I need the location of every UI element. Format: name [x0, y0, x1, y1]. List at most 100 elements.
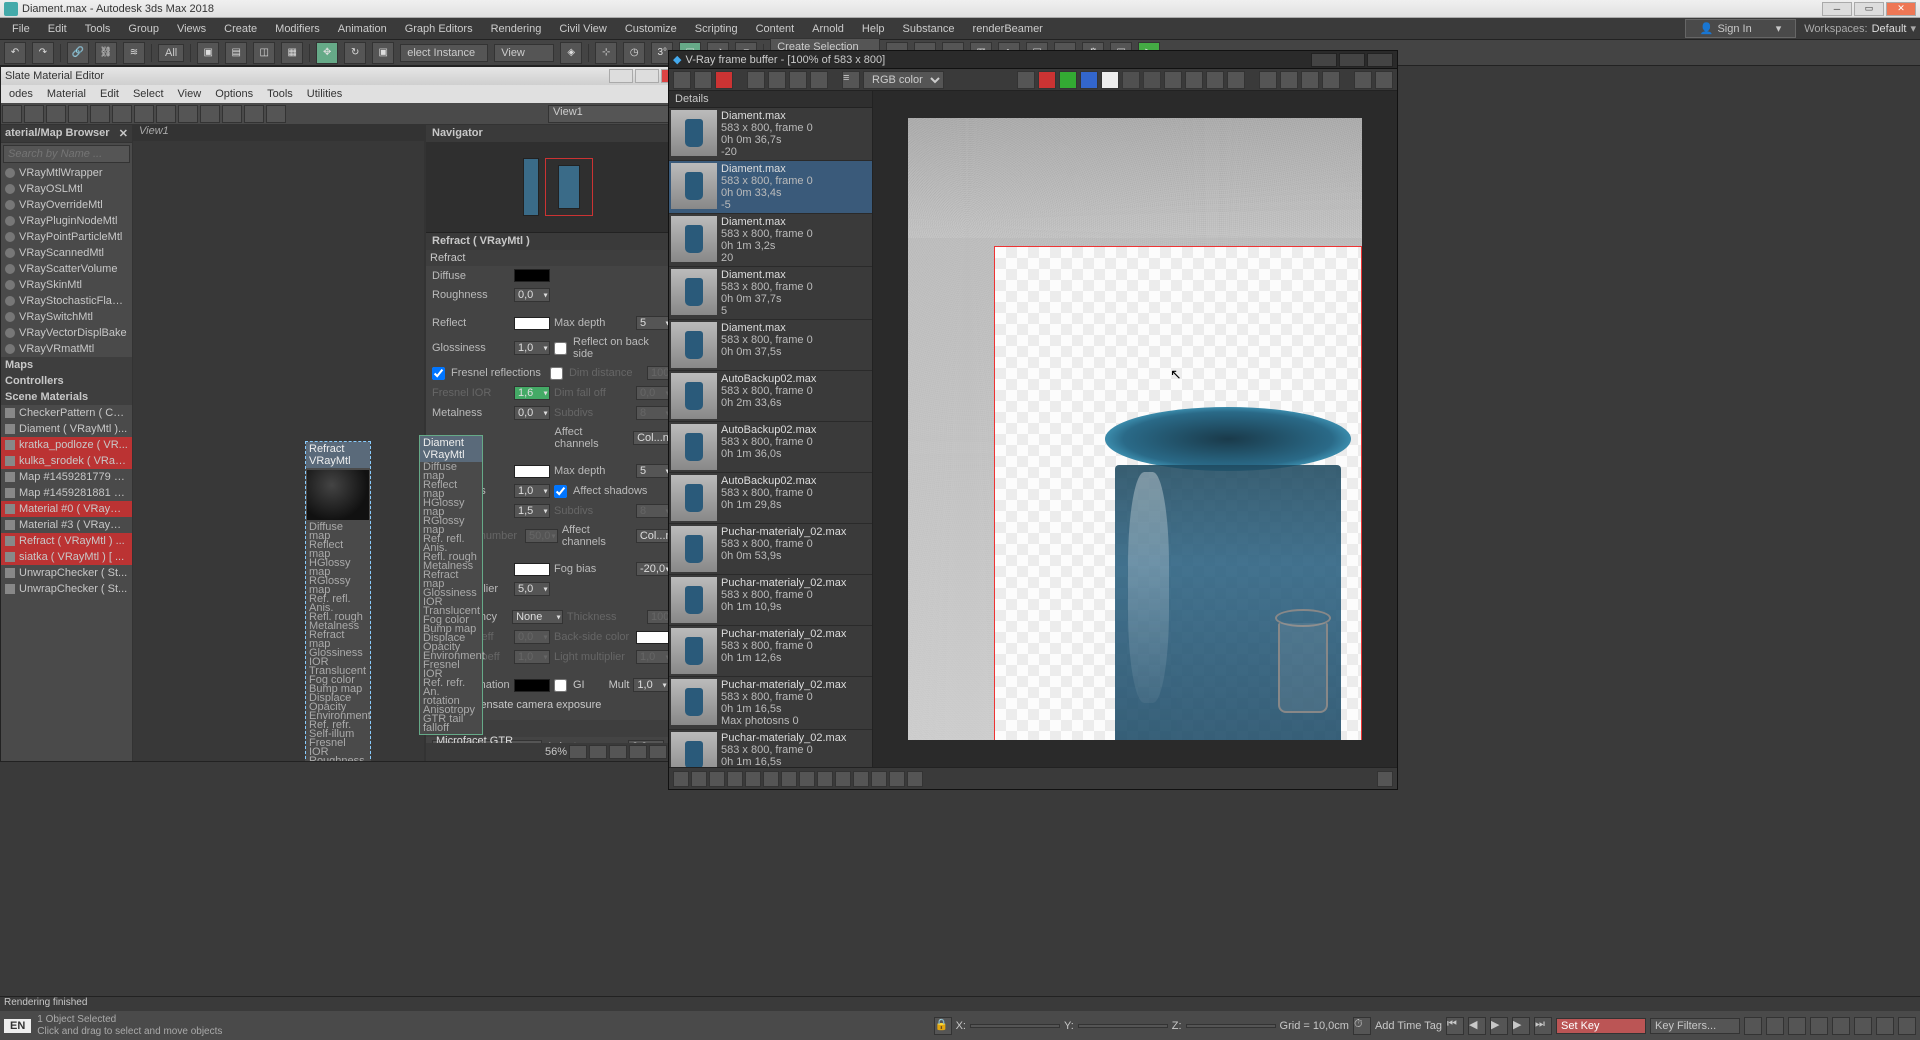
history-item[interactable]: AutoBackup02.max583 x 800, frame 00h 1m … — [669, 422, 872, 473]
vfb-region-icon[interactable] — [789, 71, 807, 89]
menu-views[interactable]: Views — [169, 21, 214, 37]
glossiness-spinner[interactable]: 1,0 — [514, 341, 550, 355]
slate-tool-4[interactable] — [68, 105, 88, 123]
scene-material-item[interactable]: Refract ( VRayMtl ) ... — [1, 533, 132, 549]
vfb-sb-7[interactable] — [781, 771, 797, 787]
vfb-sb-2[interactable] — [691, 771, 707, 787]
link-button[interactable]: 🔗 — [67, 42, 89, 64]
backside-check[interactable] — [554, 342, 567, 355]
vfb-green-channel[interactable] — [1059, 71, 1077, 89]
brdf-drop[interactable]: Microfacet GTR (GGX) — [432, 740, 542, 743]
slate-tool-5[interactable] — [90, 105, 110, 123]
history-item[interactable]: Puchar-materialy_02.max583 x 800, frame … — [669, 524, 872, 575]
menu-content[interactable]: Content — [748, 21, 803, 37]
vfb-t9[interactable] — [1185, 71, 1203, 89]
fresnel-check[interactable] — [432, 367, 445, 380]
scene-material-item[interactable]: UnwrapChecker ( St... — [1, 565, 132, 581]
nav-tool-7[interactable] — [1876, 1017, 1894, 1035]
abbe-spinner[interactable]: 50,0 — [525, 529, 558, 543]
vfb-t6[interactable] — [1122, 71, 1140, 89]
nav-tool-8[interactable] — [1898, 1017, 1916, 1035]
vfb-minimize[interactable] — [1311, 53, 1337, 67]
material-item[interactable]: VRayVRmatMtl — [1, 341, 132, 357]
vfb-sb-13[interactable] — [889, 771, 905, 787]
move-button[interactable]: ✥ — [316, 42, 338, 64]
rollout-refract[interactable]: Refract — [426, 250, 689, 266]
vfb-compare-icon[interactable] — [768, 71, 786, 89]
coord-x[interactable] — [970, 1024, 1060, 1028]
nav-tool-1[interactable] — [1744, 1017, 1762, 1035]
vfb-t1[interactable] — [1017, 71, 1035, 89]
zoom-tool-2[interactable] — [589, 745, 607, 759]
zoom-tool-1[interactable] — [569, 745, 587, 759]
coord-z[interactable] — [1186, 1024, 1276, 1028]
scene-material-item[interactable]: kratka_podloze ( VR... — [1, 437, 132, 453]
reflect-swatch[interactable] — [514, 317, 550, 330]
vfb-clear-icon[interactable] — [715, 71, 733, 89]
vfb-maximize[interactable] — [1339, 53, 1365, 67]
slate-tool-7[interactable] — [134, 105, 154, 123]
material-item[interactable]: VRayOverrideMtl — [1, 197, 132, 213]
history-item[interactable]: Diament.max583 x 800, frame 00h 0m 37,5s — [669, 320, 872, 371]
menu-rendering[interactable]: Rendering — [483, 21, 550, 37]
menu-arnold[interactable]: Arnold — [804, 21, 852, 37]
slate-tool-2[interactable] — [24, 105, 44, 123]
history-item[interactable]: Puchar-materialy_02.max583 x 800, frame … — [669, 677, 872, 730]
nav-tool-5[interactable] — [1832, 1017, 1850, 1035]
fogmult-spinner[interactable]: 5,0 — [514, 582, 550, 596]
scene-material-item[interactable]: Diament ( VRayMtl )... — [1, 421, 132, 437]
vfb-sb-4[interactable] — [727, 771, 743, 787]
browser-search-input[interactable] — [3, 145, 130, 163]
refract-subdivs-spinner[interactable]: 8 — [636, 504, 672, 518]
material-item[interactable]: VRayStochasticFlake... — [1, 293, 132, 309]
menu-renderbeamer[interactable]: renderBeamer — [965, 21, 1051, 37]
history-item[interactable]: Puchar-materialy_02.max583 x 800, frame … — [669, 626, 872, 677]
vfb-sb-10[interactable] — [835, 771, 851, 787]
history-item[interactable]: Diament.max583 x 800, frame 00h 0m 33,4s… — [669, 161, 872, 214]
node-diament[interactable]: DiamentVRayMtl Diffuse mapReflect mapHGl… — [419, 435, 483, 735]
vfb-close[interactable] — [1367, 53, 1393, 67]
coord-y[interactable] — [1078, 1024, 1168, 1028]
slate-tool-9[interactable] — [178, 105, 198, 123]
refract-swatch[interactable] — [514, 465, 550, 478]
render-history[interactable]: Details Diament.max583 x 800, frame 00h … — [669, 91, 873, 767]
slate-minimize[interactable] — [609, 69, 633, 83]
vfb-sb-1[interactable] — [673, 771, 689, 787]
vfb-sb-5[interactable] — [745, 771, 761, 787]
vfb-sb-6[interactable] — [763, 771, 779, 787]
slate-tool-11[interactable] — [222, 105, 242, 123]
node-slot[interactable]: Roughness — [309, 757, 367, 761]
material-item[interactable]: VRaySkinMtl — [1, 277, 132, 293]
nav-tool-4[interactable] — [1810, 1017, 1828, 1035]
vfb-t13[interactable] — [1280, 71, 1298, 89]
transl-drop[interactable]: None — [512, 610, 563, 624]
menu-civil-view[interactable]: Civil View — [551, 21, 614, 37]
vfb-stop[interactable] — [1354, 71, 1372, 89]
history-item[interactable]: Diament.max583 x 800, frame 00h 0m 36,7s… — [669, 108, 872, 161]
play-back-icon[interactable]: ⏮ — [1446, 1017, 1464, 1035]
vfb-sb-12[interactable] — [871, 771, 887, 787]
vfb-menu-icon[interactable]: ≡ — [842, 71, 860, 89]
vfb-mono-channel[interactable] — [1101, 71, 1119, 89]
scene-material-item[interactable]: UnwrapChecker ( St... — [1, 581, 132, 597]
slate-menu-edit[interactable]: Edit — [94, 88, 125, 100]
browser-close-icon[interactable]: ✕ — [119, 127, 128, 140]
history-item[interactable]: Diament.max583 x 800, frame 00h 1m 3,2s2… — [669, 214, 872, 267]
menu-scripting[interactable]: Scripting — [687, 21, 746, 37]
vfb-red-channel[interactable] — [1038, 71, 1056, 89]
vfb-t7[interactable] — [1143, 71, 1161, 89]
material-item[interactable]: VRayScatterVolume — [1, 261, 132, 277]
vfb-sb-14[interactable] — [907, 771, 923, 787]
slate-tool-8[interactable] — [156, 105, 176, 123]
slate-menu-select[interactable]: Select — [127, 88, 170, 100]
scene-material-item[interactable]: siatka ( VRayMtl ) [ ... — [1, 549, 132, 565]
slate-tool-13[interactable] — [266, 105, 286, 123]
select-region-button[interactable]: ◫ — [253, 42, 275, 64]
metalness-spinner[interactable]: 0,0 — [514, 406, 550, 420]
slate-menu-utilities[interactable]: Utilities — [301, 88, 348, 100]
language-indicator[interactable]: EN — [4, 1019, 31, 1033]
snap-angle-button[interactable]: ◷ — [623, 42, 645, 64]
vfb-sb-9[interactable] — [817, 771, 833, 787]
vfb-t8[interactable] — [1164, 71, 1182, 89]
select-button[interactable]: ▣ — [197, 42, 219, 64]
